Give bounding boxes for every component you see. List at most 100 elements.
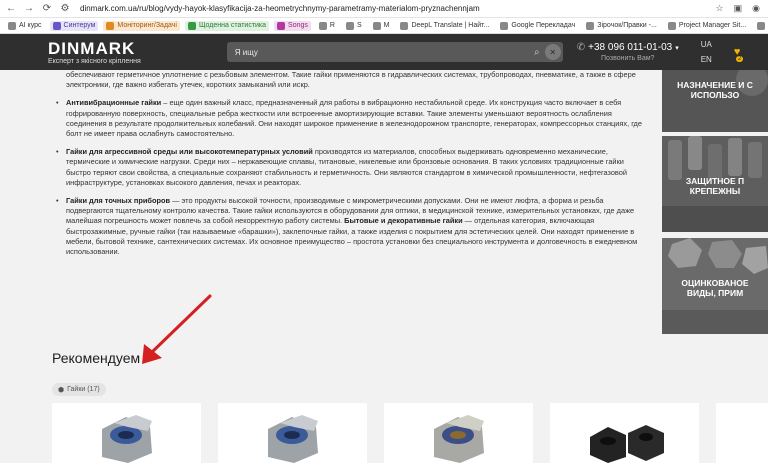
article-body: обеспечивают герметичное уплотнение с ре… (52, 70, 642, 257)
phone-block: ✆ +38 096 011-01-03 ▾ Позвонить Вам? (577, 42, 679, 62)
logo-wordmark: DINMARK (48, 38, 136, 58)
banner-title: ВИДЫ, ПРИМ (686, 288, 744, 298)
bookmark-item[interactable]: PROJECT (754, 21, 768, 31)
forward-arrow-icon[interactable]: → (22, 2, 36, 16)
bookmark-item[interactable]: Моніторинг/Задачі (103, 20, 180, 31)
bookmark-label: Щоденна статистика (198, 22, 267, 29)
side-banner[interactable]: НАЗНАЧЕНИЕ И С ИСПОЛЬЗО (662, 70, 768, 132)
list-item-title: Гайки для точных приборов (66, 196, 171, 206)
banner-title: КРЕПЕЖНЫ (689, 186, 741, 196)
bookmark-item[interactable]: AI курс (5, 21, 45, 31)
product-image (102, 415, 152, 463)
lang-en[interactable]: EN (701, 55, 712, 64)
chip-label: Гайки (17) (67, 386, 100, 393)
bookmark-item[interactable]: Синтерум (49, 20, 99, 31)
bookmark-label: Синтерум (63, 22, 96, 29)
screenshot-icon[interactable]: ▣ (734, 3, 743, 14)
category-chip[interactable]: ⬢ Гайки (17) (52, 383, 106, 396)
profile-icon[interactable]: ◉ (752, 3, 760, 14)
logo[interactable]: DINMARK Експерт з якісного кріплення (48, 40, 141, 65)
banner-title: ИСПОЛЬЗО (690, 90, 740, 100)
bookmark-item[interactable]: R (316, 21, 338, 31)
bookmark-item[interactable]: M (370, 21, 393, 31)
banner-title: НАЗНАЧЕНИЕ И С (677, 80, 753, 90)
language-switcher: UA EN (701, 40, 712, 64)
bookmark-favicon-icon (187, 21, 196, 30)
address-bar[interactable]: dinmark.com.ua/ru/blog/vydy-hayok-klasyf… (80, 4, 716, 13)
product-image (434, 415, 484, 463)
site-info-icon[interactable]: ⚙ (58, 2, 72, 16)
browser-toolbar: ← → ⟳ ⚙ dinmark.com.ua/ru/blog/vydy-hayo… (0, 0, 768, 18)
list-item: Антивибрационные гайки – еще один важный… (52, 98, 642, 139)
page-content: обеспечивают герметичное уплотнение с ре… (0, 70, 768, 463)
bookmark-label: Моніторинг/Задачі (117, 22, 177, 29)
bookmark-label: Google Перекладач (511, 22, 576, 29)
list-item: Гайки для точных приборов — это продукты… (52, 196, 642, 257)
phone-number[interactable]: ✆ +38 096 011-01-03 ▾ (577, 42, 679, 53)
list-item-title: Бытовые и декоративные гайки (344, 216, 463, 226)
bookmark-label: R (329, 22, 335, 29)
bookmark-item[interactable]: DeepL Translate | Найт... (397, 21, 492, 31)
bookmark-item[interactable]: Зірочок/Правки -... (583, 21, 660, 31)
bookmark-item[interactable]: Songs (274, 20, 311, 31)
search-icon[interactable]: ⌕ (529, 44, 545, 60)
bookmark-favicon-icon (400, 21, 409, 30)
callback-link[interactable]: Позвонить Вам? (601, 55, 654, 62)
back-arrow-icon[interactable]: ← (4, 2, 18, 16)
bookmark-favicon-icon (345, 21, 354, 30)
bookmark-item[interactable]: Щоденна статистика (184, 20, 270, 31)
product-card[interactable] (550, 403, 699, 463)
bookmark-favicon-icon (277, 21, 286, 30)
bookmark-favicon-icon (106, 21, 115, 30)
favorites-count: 2 (735, 56, 744, 62)
bookmark-item[interactable]: Google Перекладач (497, 21, 578, 31)
red-arrow-icon (142, 294, 212, 364)
article-list: Антивибрационные гайки – еще один важный… (52, 98, 642, 257)
bookmark-label: S (356, 22, 362, 29)
banner-title: ЗАЩИТНОЕ П (685, 176, 745, 186)
product-card[interactable] (716, 403, 768, 463)
bookmark-favicon-icon (318, 21, 327, 30)
bookmark-item[interactable]: S (343, 21, 365, 31)
bookmark-favicon-icon (757, 21, 766, 30)
bookmark-favicon-icon (8, 21, 16, 30)
bookmark-label: DeepL Translate | Найт... (411, 22, 490, 29)
nut-icon: ⬢ (58, 386, 65, 394)
bookmark-favicon-icon (667, 21, 676, 30)
list-item: Гайки для агрессивной среды или высокоте… (52, 147, 642, 188)
product-image (268, 415, 318, 463)
product-card[interactable] (384, 403, 533, 463)
lang-ua[interactable]: UA (701, 40, 712, 49)
search-input[interactable] (226, 47, 529, 57)
bookmark-label: Зірочок/Правки -... (597, 22, 657, 29)
bookmark-favicon-icon (500, 21, 509, 30)
article-paragraph: обеспечивают герметичное уплотнение с ре… (66, 70, 636, 90)
bookmark-favicon-icon (372, 21, 381, 30)
bookmark-favicon-icon (586, 21, 595, 30)
star-icon[interactable]: ☆ (716, 3, 724, 14)
product-card[interactable] (218, 403, 367, 463)
favorites[interactable]: ♥ 2 (734, 46, 744, 62)
search-bar: ⌕ ✕ (226, 42, 563, 62)
phone-icon: ✆ (576, 42, 586, 53)
side-banner[interactable]: ОЦИНКОВАНОЕ ВИДЫ, ПРИМ (662, 238, 768, 334)
section-title: Рекомендуем (52, 350, 141, 366)
bookmark-item[interactable]: Project Manager Sit... (665, 21, 749, 31)
bookmark-favicon-icon (52, 21, 61, 30)
logo-tagline: Експерт з якісного кріплення (48, 57, 141, 65)
product-card[interactable] (52, 403, 201, 463)
bookmark-label: Songs (288, 22, 308, 29)
product-image (590, 425, 664, 463)
bookmark-label: AI курс (19, 22, 42, 29)
chevron-down-icon: ▾ (675, 44, 679, 52)
bookmarks-bar: AI курс Синтерум Моніторинг/Задачі Щоденна … (0, 18, 768, 34)
list-item-title: Антивибрационные гайки (66, 98, 162, 108)
bookmark-label: Project Manager Sit... (678, 22, 747, 29)
list-item-title: Гайки для агрессивной среды или высокоте… (66, 147, 313, 157)
banner-title: ОЦИНКОВАНОЕ (681, 278, 749, 288)
site-header: DINMARK Експерт з якісного кріплення ⌕ ✕… (0, 34, 768, 70)
side-banner[interactable]: ЗАЩИТНОЕ П КРЕПЕЖНЫ (662, 136, 768, 232)
close-icon[interactable]: ✕ (544, 44, 561, 60)
reload-icon[interactable]: ⟳ (40, 2, 54, 16)
phone-text: +38 096 011-01-03 (588, 42, 673, 53)
